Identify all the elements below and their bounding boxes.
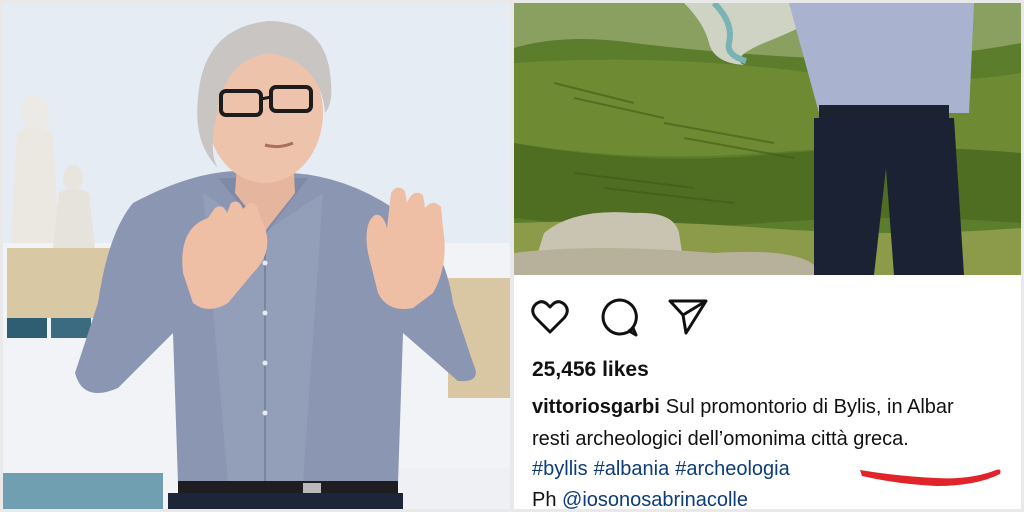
- hashtag-albania[interactable]: #albania: [594, 458, 670, 480]
- hashtag-archeologia[interactable]: #archeologia: [675, 458, 790, 480]
- caption-line-2: resti archeologici dell’omonima città gr…: [532, 428, 909, 450]
- credit-mention[interactable]: @iosonosabrinacolle: [562, 489, 748, 509]
- likes-count[interactable]: 25,456 likes: [532, 358, 649, 382]
- instagram-post: 25,456 likes vittoriosgarbi Sul promontor…: [514, 3, 1021, 509]
- post-username[interactable]: vittoriosgarbi: [532, 396, 660, 418]
- photo-credit: Ph @iosonosabrinacolle: [532, 489, 748, 509]
- collage-frame: 25,456 likes vittoriosgarbi Sul promontor…: [0, 0, 1024, 512]
- hashtag-byllis[interactable]: #byllis: [532, 458, 588, 480]
- landscape-illustration: [514, 3, 1021, 275]
- caption-line-1: vittoriosgarbi Sul promontorio di Bylis, …: [532, 396, 954, 419]
- paper-plane-icon[interactable]: [666, 295, 710, 339]
- post-photo[interactable]: [514, 3, 1021, 275]
- caption-text-1: Sul promontorio di Bylis, in Albar: [665, 396, 954, 418]
- post-action-bar: [514, 275, 1021, 355]
- credit-prefix: Ph: [532, 489, 563, 509]
- portrait-illustration: [3, 3, 510, 509]
- hashtag-row: #byllis #albania #archeologia: [532, 458, 796, 481]
- red-highlight-mark: [860, 469, 1001, 486]
- comment-icon[interactable]: [598, 295, 642, 339]
- heart-icon[interactable]: [528, 295, 572, 339]
- portrait-photo: [3, 3, 510, 509]
